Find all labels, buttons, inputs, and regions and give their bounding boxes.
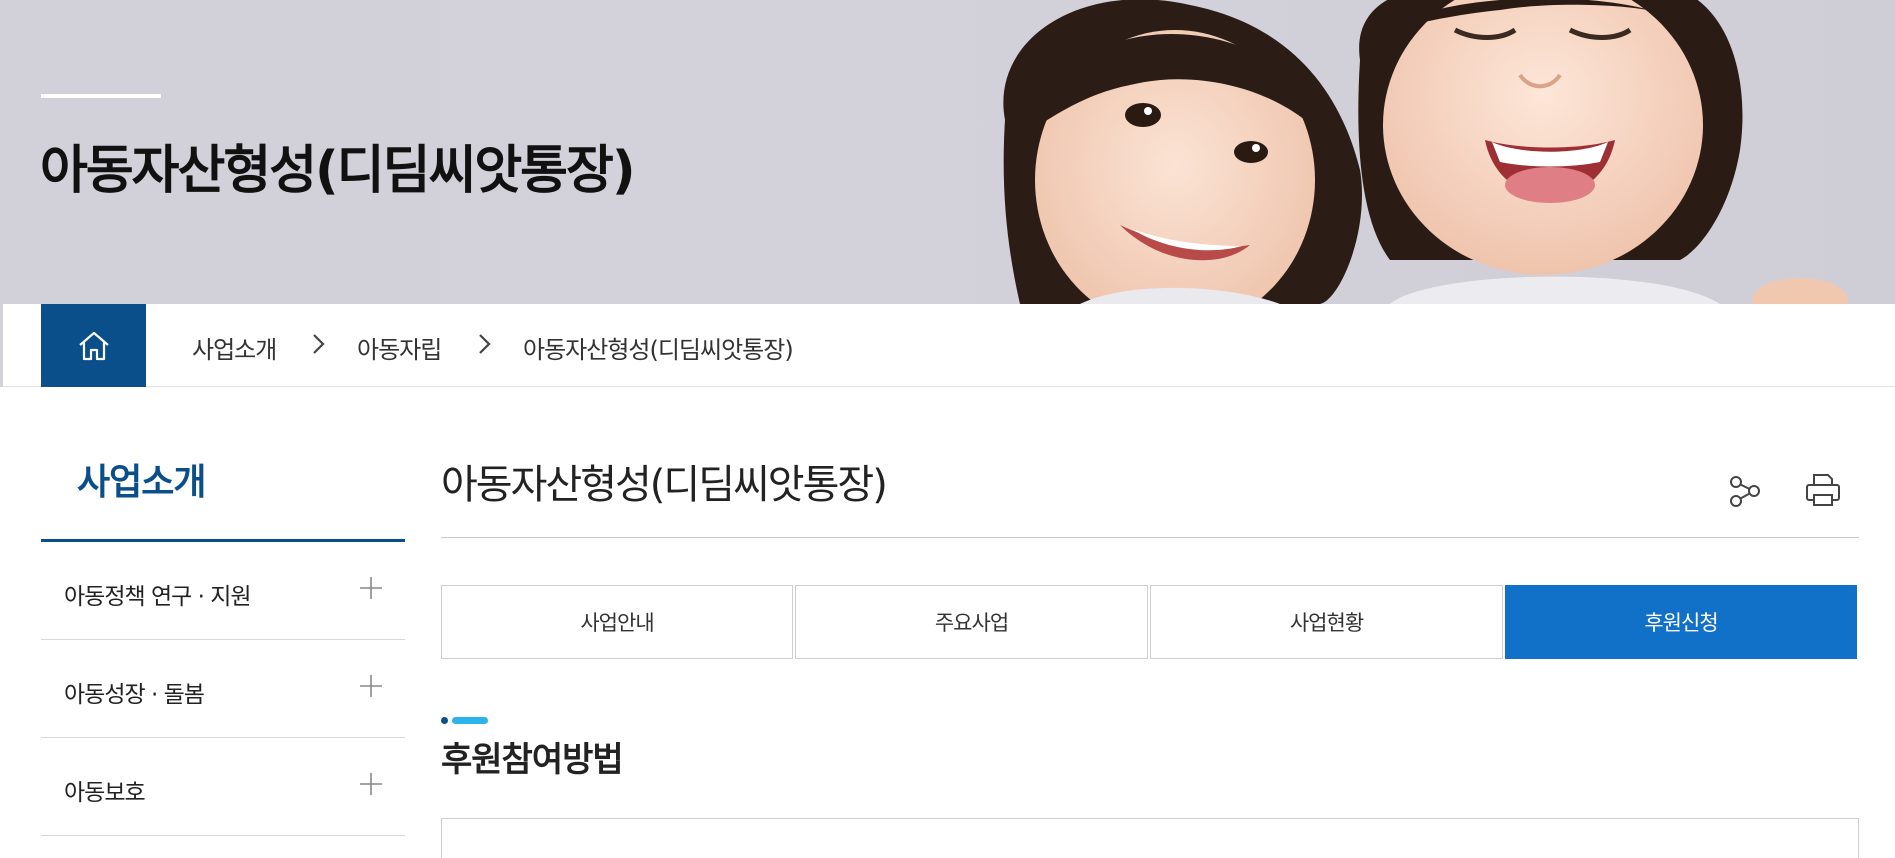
hero-title: 아동자산형성(디딤씨앗통장): [40, 141, 636, 201]
sidebar-item-label: 아동정책 연구 · 지원: [64, 584, 252, 610]
breadcrumb: [0, 304, 1895, 387]
home-icon: [78, 331, 109, 360]
plus-icon: [360, 577, 382, 599]
content-box: [441, 818, 1859, 858]
chevron-right-icon: [313, 334, 325, 354]
chevron-right-icon: [479, 334, 491, 354]
home-button[interactable]: [41, 304, 146, 387]
sidebar-item-label: 아동보호: [64, 780, 146, 806]
plus-icon: [360, 675, 382, 697]
section-title: 후원참여방법: [441, 740, 624, 780]
tab-main-projects[interactable]: 주요사업: [795, 585, 1148, 659]
tab-business-guide[interactable]: 사업안내: [441, 585, 793, 659]
hero-accent-line: [41, 94, 161, 98]
title-divider: [441, 537, 1859, 538]
tab-business-status[interactable]: 사업현황: [1150, 585, 1503, 659]
children-photo: [1003, 0, 1848, 304]
page-title: 아동자산형성(디딤씨앗통장): [441, 462, 888, 508]
breadcrumb-item-child-independence[interactable]: 아동자립: [357, 330, 442, 365]
sidebar-item-child-protection[interactable]: 아동보호: [41, 738, 405, 836]
sidebar-item-policy-research[interactable]: 아동정책 연구 · 지원: [41, 542, 405, 640]
share-icon[interactable]: [1725, 470, 1765, 510]
tab-sponsorship-application[interactable]: 후원신청: [1505, 585, 1857, 659]
plus-icon: [360, 773, 382, 795]
sidebar-item-growth-care[interactable]: 아동성장 · 돌봄: [41, 640, 405, 738]
section-deco-bar: [452, 717, 488, 724]
sidebar-item-label: 아동성장 · 돌봄: [64, 682, 205, 708]
hero-banner: 아동자산형성(디딤씨앗통장): [0, 0, 1895, 304]
breadcrumb-item-current[interactable]: 아동자산형성(디딤씨앗통장): [523, 330, 794, 365]
breadcrumb-edge: [0, 304, 3, 387]
section-deco-dot: [441, 717, 448, 724]
breadcrumb-item-business-intro[interactable]: 사업소개: [192, 330, 277, 365]
print-icon[interactable]: [1803, 470, 1843, 510]
sidebar-title: 사업소개: [77, 462, 206, 503]
